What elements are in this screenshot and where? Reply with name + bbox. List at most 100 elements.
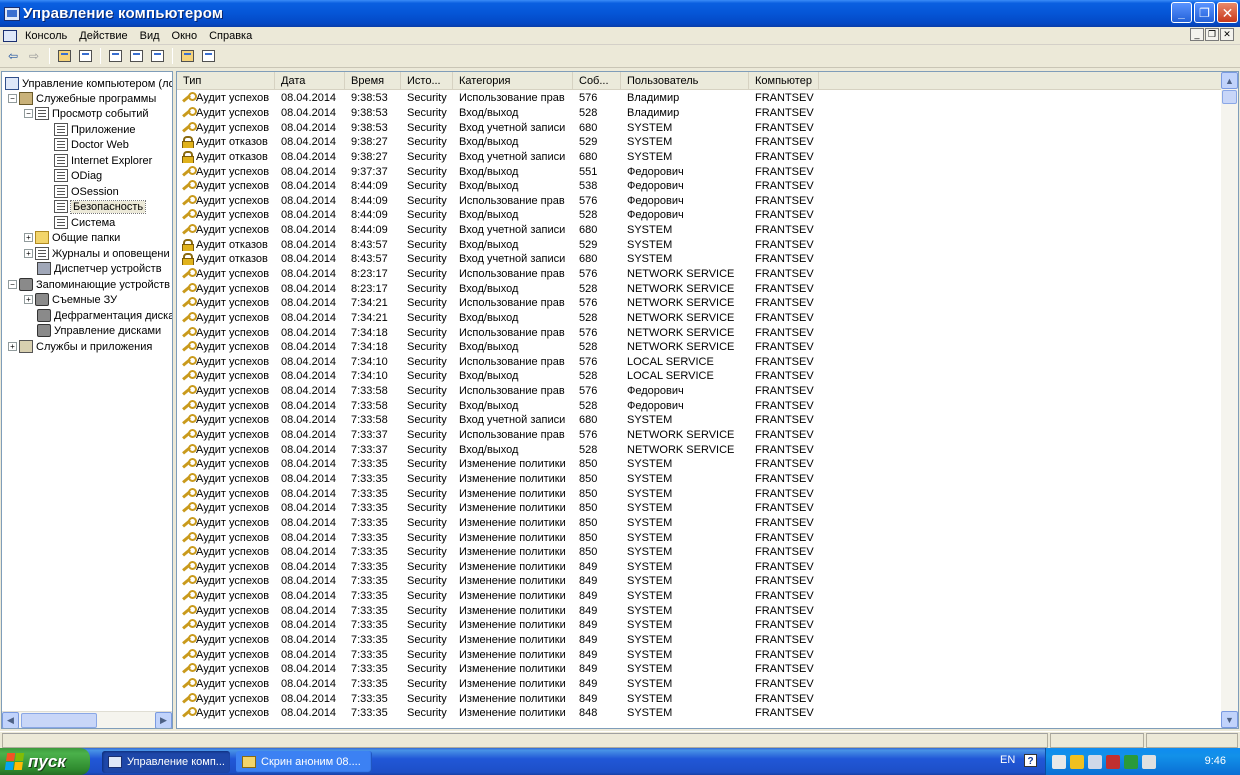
show-hide-tree-button[interactable]: [75, 47, 95, 65]
column-header-type[interactable]: Тип: [177, 72, 275, 90]
tree-device-manager[interactable]: Диспетчер устройств: [37, 261, 162, 276]
table-row[interactable]: Аудит успехов 08.04.2014 7:34:21 Security Вх…: [177, 311, 1222, 326]
column-header-computer[interactable]: Компьютер: [749, 72, 819, 90]
column-header-user[interactable]: Пользователь: [621, 72, 749, 90]
tree-log-system[interactable]: Система: [54, 215, 115, 230]
tree-root[interactable]: Управление компьютером (лок: [5, 76, 172, 91]
table-row[interactable]: Аудит успехов 08.04.2014 9:37:37 Security Вх…: [177, 164, 1222, 179]
back-button[interactable]: ⇦: [3, 47, 23, 65]
menu-console[interactable]: Консоль: [19, 30, 73, 42]
tree-services-apps[interactable]: + Службы и приложения: [8, 339, 152, 354]
scroll-thumb[interactable]: [1222, 90, 1237, 104]
tree-event-viewer[interactable]: − Просмотр событий: [24, 106, 149, 121]
console-menu-icon[interactable]: [3, 29, 17, 42]
table-row[interactable]: Аудит успехов 08.04.2014 9:38:53 Security Ис…: [177, 91, 1222, 106]
computer-management-icon[interactable]: [4, 6, 20, 21]
table-row[interactable]: Аудит отказов 08.04.2014 9:38:27 Security Вх…: [177, 150, 1222, 165]
menu-action[interactable]: Действие: [73, 30, 133, 42]
table-row[interactable]: Аудит успехов 08.04.2014 7:33:35 Security Из…: [177, 457, 1222, 472]
table-row[interactable]: Аудит успехов 08.04.2014 9:38:53 Security Вх…: [177, 106, 1222, 121]
table-row[interactable]: Аудит успехов 08.04.2014 7:33:58 Security Вх…: [177, 413, 1222, 428]
expand-icon[interactable]: +: [8, 342, 17, 351]
tree-log-internet-explorer[interactable]: Internet Explorer: [54, 153, 152, 168]
refresh-button[interactable]: [126, 47, 146, 65]
table-row[interactable]: Аудит отказов 08.04.2014 9:38:27 Security Вх…: [177, 135, 1222, 150]
column-header-time[interactable]: Время: [345, 72, 401, 90]
table-row[interactable]: Аудит отказов 08.04.2014 8:43:57 Security Вх…: [177, 237, 1222, 252]
tree-log-doctor-web[interactable]: Doctor Web: [54, 137, 129, 152]
maximize-button[interactable]: ❐: [1194, 2, 1215, 23]
table-row[interactable]: Аудит успехов 08.04.2014 7:33:35 Security Из…: [177, 486, 1222, 501]
clock[interactable]: 9:46: [1205, 755, 1226, 767]
table-row[interactable]: Аудит успехов 08.04.2014 7:33:35 Security Из…: [177, 706, 1222, 721]
taskbar-task-computer-management[interactable]: Управление комп...: [102, 751, 230, 773]
scroll-down-button[interactable]: ▼: [1221, 711, 1238, 728]
table-row[interactable]: Аудит успехов 08.04.2014 8:44:09 Security Ис…: [177, 193, 1222, 208]
minimize-button[interactable]: _: [1171, 2, 1192, 23]
table-row[interactable]: Аудит успехов 08.04.2014 7:33:35 Security Из…: [177, 516, 1222, 531]
tree-log-security[interactable]: Безопасность: [54, 199, 147, 214]
table-row[interactable]: Аудит успехов 08.04.2014 7:33:35 Security Из…: [177, 501, 1222, 516]
close-button[interactable]: ✕: [1217, 2, 1238, 23]
tree-system-tools[interactable]: − Служебные программы: [8, 91, 156, 106]
table-row[interactable]: Аудит успехов 08.04.2014 7:33:58 Security Вх…: [177, 398, 1222, 413]
help-button[interactable]: [177, 47, 197, 65]
child-restore-button[interactable]: ❐: [1205, 28, 1219, 41]
list-vertical-scrollbar[interactable]: ▲ ▼: [1221, 72, 1238, 728]
collapse-icon[interactable]: −: [8, 94, 17, 103]
table-row[interactable]: Аудит успехов 08.04.2014 7:33:35 Security Из…: [177, 647, 1222, 662]
table-row[interactable]: Аудит успехов 08.04.2014 7:33:35 Security Из…: [177, 472, 1222, 487]
scroll-left-button[interactable]: ◀: [2, 712, 19, 728]
table-row[interactable]: Аудит успехов 08.04.2014 7:33:35 Security Из…: [177, 633, 1222, 648]
collapse-icon[interactable]: −: [8, 280, 17, 289]
table-row[interactable]: Аудит успехов 08.04.2014 7:34:18 Security Вх…: [177, 340, 1222, 355]
table-row[interactable]: Аудит успехов 08.04.2014 7:33:35 Security Из…: [177, 677, 1222, 692]
table-row[interactable]: Аудит успехов 08.04.2014 7:33:35 Security Из…: [177, 618, 1222, 633]
tree-log-application[interactable]: Приложение: [54, 122, 136, 137]
help-tray-icon[interactable]: ?: [1024, 754, 1037, 767]
forward-button[interactable]: ⇨: [24, 47, 44, 65]
security-icon[interactable]: [1088, 754, 1102, 769]
column-header-event[interactable]: Соб...: [573, 72, 621, 90]
table-row[interactable]: Аудит успехов 08.04.2014 7:33:35 Security Из…: [177, 574, 1222, 589]
column-header-date[interactable]: Дата: [275, 72, 345, 90]
scroll-thumb[interactable]: [21, 713, 97, 728]
menu-window[interactable]: Окно: [166, 30, 204, 42]
menu-view[interactable]: Вид: [134, 30, 166, 42]
column-header-source[interactable]: Исто...: [401, 72, 453, 90]
table-row[interactable]: Аудит успехов 08.04.2014 9:38:53 Security Вх…: [177, 120, 1222, 135]
column-header-category[interactable]: Категория: [453, 72, 573, 90]
table-row[interactable]: Аудит успехов 08.04.2014 7:33:35 Security Из…: [177, 530, 1222, 545]
table-row[interactable]: Аудит успехов 08.04.2014 8:23:17 Security Ис…: [177, 267, 1222, 282]
table-row[interactable]: Аудит успехов 08.04.2014 8:44:09 Security Вх…: [177, 208, 1222, 223]
table-row[interactable]: Аудит успехов 08.04.2014 7:33:58 Security Ис…: [177, 384, 1222, 399]
tree-shared-folders[interactable]: + Общие папки: [24, 230, 120, 245]
antivirus-icon[interactable]: [1106, 754, 1120, 769]
table-row[interactable]: Аудит успехов 08.04.2014 7:33:35 Security Из…: [177, 691, 1222, 706]
expand-icon[interactable]: +: [24, 295, 33, 304]
update-icon[interactable]: [1124, 754, 1138, 769]
taskbar-task-screenshot[interactable]: Скрин аноним 08....: [236, 751, 372, 773]
table-row[interactable]: Аудит успехов 08.04.2014 8:23:17 Security Вх…: [177, 281, 1222, 296]
window-title-bar[interactable]: Управление компьютером _ ❐ ✕: [0, 0, 1240, 27]
tree-log-osession[interactable]: OSession: [54, 184, 119, 199]
table-row[interactable]: Аудит успехов 08.04.2014 7:34:10 Security Ис…: [177, 355, 1222, 370]
table-row[interactable]: Аудит успехов 08.04.2014 7:33:37 Security Вх…: [177, 442, 1222, 457]
table-row[interactable]: Аудит успехов 08.04.2014 7:33:37 Security Ис…: [177, 428, 1222, 443]
table-row[interactable]: Аудит успехов 08.04.2014 8:44:09 Security Вх…: [177, 179, 1222, 194]
tree-removable-storage[interactable]: + Съемные ЗУ: [24, 292, 117, 307]
tree-horizontal-scrollbar[interactable]: ◀ ▶: [2, 711, 172, 728]
export-button[interactable]: [147, 47, 167, 65]
table-row[interactable]: Аудит успехов 08.04.2014 7:33:35 Security Из…: [177, 662, 1222, 677]
table-row[interactable]: Аудит успехов 08.04.2014 7:33:35 Security Из…: [177, 603, 1222, 618]
table-row[interactable]: Аудит успехов 08.04.2014 7:33:35 Security Из…: [177, 589, 1222, 604]
tree-storage[interactable]: − Запоминающие устройств: [8, 277, 170, 292]
menu-help[interactable]: Справка: [203, 30, 258, 42]
table-row[interactable]: Аудит успехов 08.04.2014 8:44:09 Security Вх…: [177, 223, 1222, 238]
start-button[interactable]: пуск: [0, 748, 90, 775]
collapse-tray-icon[interactable]: [1052, 754, 1066, 769]
tree-perf-logs[interactable]: + Журналы и оповещени: [24, 246, 170, 261]
expand-icon[interactable]: +: [24, 249, 33, 258]
tree-disk-management[interactable]: Управление дисками: [37, 323, 161, 338]
volume-icon[interactable]: [1142, 754, 1156, 769]
